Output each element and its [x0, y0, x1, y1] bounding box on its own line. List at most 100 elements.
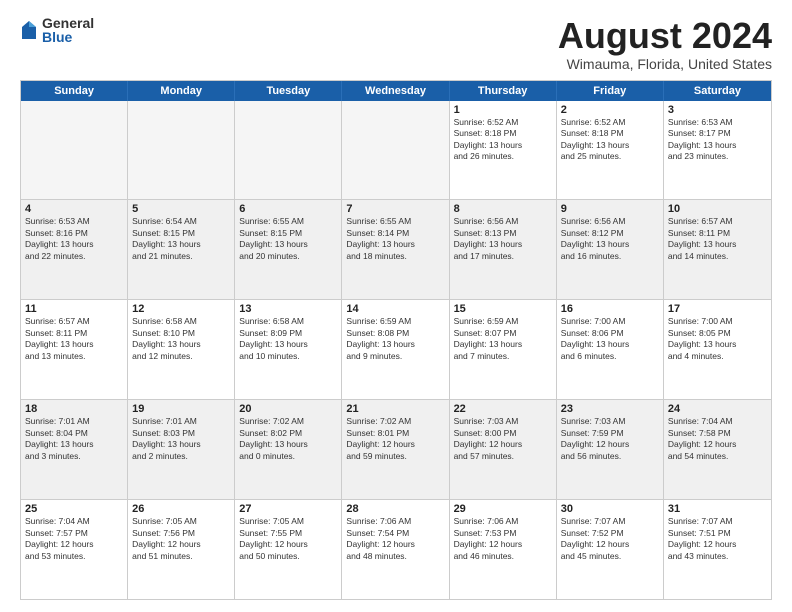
title-block: August 2024 Wimauma, Florida, United Sta… — [558, 16, 772, 72]
calendar-row-0: 1 Sunrise: 6:52 AM Sunset: 8:18 PM Daylig… — [21, 101, 771, 201]
day-number: 27 — [239, 503, 337, 515]
cell-info-text: Sunrise: 7:07 AM Sunset: 7:51 PM Dayligh… — [668, 516, 767, 562]
cell-info-text: Sunrise: 6:54 AM Sunset: 8:15 PM Dayligh… — [132, 216, 230, 262]
cell-info-text: Sunrise: 6:56 AM Sunset: 8:12 PM Dayligh… — [561, 216, 659, 262]
cell-info-text: Sunrise: 6:56 AM Sunset: 8:13 PM Dayligh… — [454, 216, 552, 262]
cell-info-text: Sunrise: 7:03 AM Sunset: 7:59 PM Dayligh… — [561, 416, 659, 462]
calendar: SundayMondayTuesdayWednesdayThursdayFrid… — [20, 80, 772, 600]
day-number: 18 — [25, 403, 123, 415]
cell-info-text: Sunrise: 6:57 AM Sunset: 8:11 PM Dayligh… — [25, 316, 123, 362]
weekday-header-monday: Monday — [128, 81, 235, 101]
calendar-cell-3: 3Sunrise: 6:53 AM Sunset: 8:17 PM Daylig… — [664, 101, 771, 200]
day-number: 25 — [25, 503, 123, 515]
header: General Blue August 2024 Wimauma, Florid… — [20, 16, 772, 72]
calendar-cell-28: 28Sunrise: 7:06 AM Sunset: 7:54 PM Dayli… — [342, 500, 449, 599]
calendar-cell-2: 2Sunrise: 6:52 AM Sunset: 8:18 PM Daylig… — [557, 101, 664, 200]
calendar-row-3: 18Sunrise: 7:01 AM Sunset: 8:04 PM Dayli… — [21, 400, 771, 500]
month-title: August 2024 — [558, 16, 772, 56]
weekday-header-wednesday: Wednesday — [342, 81, 449, 101]
logo-icon — [20, 19, 38, 41]
cell-info-text: Sunrise: 6:58 AM Sunset: 8:09 PM Dayligh… — [239, 316, 337, 362]
calendar-cell-30: 30Sunrise: 7:07 AM Sunset: 7:52 PM Dayli… — [557, 500, 664, 599]
calendar-cell-10: 10Sunrise: 6:57 AM Sunset: 8:11 PM Dayli… — [664, 200, 771, 299]
calendar-cell-empty-1 — [128, 101, 235, 200]
calendar-header: SundayMondayTuesdayWednesdayThursdayFrid… — [21, 81, 771, 101]
location-subtitle: Wimauma, Florida, United States — [558, 56, 772, 72]
day-number: 6 — [239, 203, 337, 215]
calendar-cell-7: 7Sunrise: 6:55 AM Sunset: 8:14 PM Daylig… — [342, 200, 449, 299]
cell-info-text: Sunrise: 7:00 AM Sunset: 8:05 PM Dayligh… — [668, 316, 767, 362]
calendar-cell-18: 18Sunrise: 7:01 AM Sunset: 8:04 PM Dayli… — [21, 400, 128, 499]
calendar-cell-8: 8Sunrise: 6:56 AM Sunset: 8:13 PM Daylig… — [450, 200, 557, 299]
day-number: 14 — [346, 303, 444, 315]
calendar-row-2: 11Sunrise: 6:57 AM Sunset: 8:11 PM Dayli… — [21, 300, 771, 400]
logo-text: General Blue — [42, 16, 94, 44]
day-number: 19 — [132, 403, 230, 415]
cell-info-text: Sunrise: 6:52 AM Sunset: 8:18 PM Dayligh… — [561, 117, 659, 163]
cell-info-text: Sunrise: 6:55 AM Sunset: 8:15 PM Dayligh… — [239, 216, 337, 262]
day-number: 15 — [454, 303, 552, 315]
day-number: 28 — [346, 503, 444, 515]
logo: General Blue — [20, 16, 94, 44]
cell-info-text: Sunrise: 7:06 AM Sunset: 7:53 PM Dayligh… — [454, 516, 552, 562]
day-number: 30 — [561, 503, 659, 515]
cell-info-text: Sunrise: 6:53 AM Sunset: 8:17 PM Dayligh… — [668, 117, 767, 163]
day-number: 16 — [561, 303, 659, 315]
day-number: 7 — [346, 203, 444, 215]
day-number: 3 — [668, 104, 767, 116]
calendar-cell-9: 9Sunrise: 6:56 AM Sunset: 8:12 PM Daylig… — [557, 200, 664, 299]
weekday-header-thursday: Thursday — [450, 81, 557, 101]
logo-blue-text: Blue — [42, 30, 94, 44]
cell-info-text: Sunrise: 7:04 AM Sunset: 7:57 PM Dayligh… — [25, 516, 123, 562]
day-number: 13 — [239, 303, 337, 315]
cell-info-text: Sunrise: 6:53 AM Sunset: 8:16 PM Dayligh… — [25, 216, 123, 262]
calendar-cell-29: 29Sunrise: 7:06 AM Sunset: 7:53 PM Dayli… — [450, 500, 557, 599]
calendar-cell-13: 13Sunrise: 6:58 AM Sunset: 8:09 PM Dayli… — [235, 300, 342, 399]
calendar-cell-12: 12Sunrise: 6:58 AM Sunset: 8:10 PM Dayli… — [128, 300, 235, 399]
calendar-cell-4: 4Sunrise: 6:53 AM Sunset: 8:16 PM Daylig… — [21, 200, 128, 299]
weekday-header-friday: Friday — [557, 81, 664, 101]
cell-info-text: Sunrise: 6:55 AM Sunset: 8:14 PM Dayligh… — [346, 216, 444, 262]
cell-info-text: Sunrise: 7:00 AM Sunset: 8:06 PM Dayligh… — [561, 316, 659, 362]
calendar-cell-23: 23Sunrise: 7:03 AM Sunset: 7:59 PM Dayli… — [557, 400, 664, 499]
calendar-cell-31: 31Sunrise: 7:07 AM Sunset: 7:51 PM Dayli… — [664, 500, 771, 599]
day-number: 29 — [454, 503, 552, 515]
calendar-cell-20: 20Sunrise: 7:02 AM Sunset: 8:02 PM Dayli… — [235, 400, 342, 499]
cell-info-text: Sunrise: 6:59 AM Sunset: 8:07 PM Dayligh… — [454, 316, 552, 362]
cell-info-text: Sunrise: 7:02 AM Sunset: 8:01 PM Dayligh… — [346, 416, 444, 462]
calendar-cell-17: 17Sunrise: 7:00 AM Sunset: 8:05 PM Dayli… — [664, 300, 771, 399]
day-number: 2 — [561, 104, 659, 116]
calendar-cell-21: 21Sunrise: 7:02 AM Sunset: 8:01 PM Dayli… — [342, 400, 449, 499]
calendar-cell-15: 15Sunrise: 6:59 AM Sunset: 8:07 PM Dayli… — [450, 300, 557, 399]
calendar-cell-14: 14Sunrise: 6:59 AM Sunset: 8:08 PM Dayli… — [342, 300, 449, 399]
calendar-cell-11: 11Sunrise: 6:57 AM Sunset: 8:11 PM Dayli… — [21, 300, 128, 399]
weekday-header-saturday: Saturday — [664, 81, 771, 101]
cell-info-text: Sunrise: 7:07 AM Sunset: 7:52 PM Dayligh… — [561, 516, 659, 562]
cell-info-text: Sunrise: 7:05 AM Sunset: 7:56 PM Dayligh… — [132, 516, 230, 562]
day-number: 5 — [132, 203, 230, 215]
day-number: 1 — [454, 104, 552, 116]
day-number: 10 — [668, 203, 767, 215]
calendar-cell-empty-3 — [342, 101, 449, 200]
day-number: 11 — [25, 303, 123, 315]
calendar-row-4: 25Sunrise: 7:04 AM Sunset: 7:57 PM Dayli… — [21, 500, 771, 599]
day-number: 23 — [561, 403, 659, 415]
day-number: 4 — [25, 203, 123, 215]
cell-info-text: Sunrise: 7:02 AM Sunset: 8:02 PM Dayligh… — [239, 416, 337, 462]
weekday-header-tuesday: Tuesday — [235, 81, 342, 101]
cell-info-text: Sunrise: 6:59 AM Sunset: 8:08 PM Dayligh… — [346, 316, 444, 362]
day-number: 21 — [346, 403, 444, 415]
calendar-cell-26: 26Sunrise: 7:05 AM Sunset: 7:56 PM Dayli… — [128, 500, 235, 599]
calendar-cell-16: 16Sunrise: 7:00 AM Sunset: 8:06 PM Dayli… — [557, 300, 664, 399]
cell-info-text: Sunrise: 7:05 AM Sunset: 7:55 PM Dayligh… — [239, 516, 337, 562]
day-number: 12 — [132, 303, 230, 315]
page: General Blue August 2024 Wimauma, Florid… — [0, 0, 792, 612]
cell-info-text: Sunrise: 7:06 AM Sunset: 7:54 PM Dayligh… — [346, 516, 444, 562]
cell-info-text: Sunrise: 7:04 AM Sunset: 7:58 PM Dayligh… — [668, 416, 767, 462]
day-number: 8 — [454, 203, 552, 215]
calendar-cell-25: 25Sunrise: 7:04 AM Sunset: 7:57 PM Dayli… — [21, 500, 128, 599]
calendar-cell-27: 27Sunrise: 7:05 AM Sunset: 7:55 PM Dayli… — [235, 500, 342, 599]
calendar-row-1: 4Sunrise: 6:53 AM Sunset: 8:16 PM Daylig… — [21, 200, 771, 300]
cell-info-text: Sunrise: 7:01 AM Sunset: 8:03 PM Dayligh… — [132, 416, 230, 462]
calendar-cell-6: 6Sunrise: 6:55 AM Sunset: 8:15 PM Daylig… — [235, 200, 342, 299]
